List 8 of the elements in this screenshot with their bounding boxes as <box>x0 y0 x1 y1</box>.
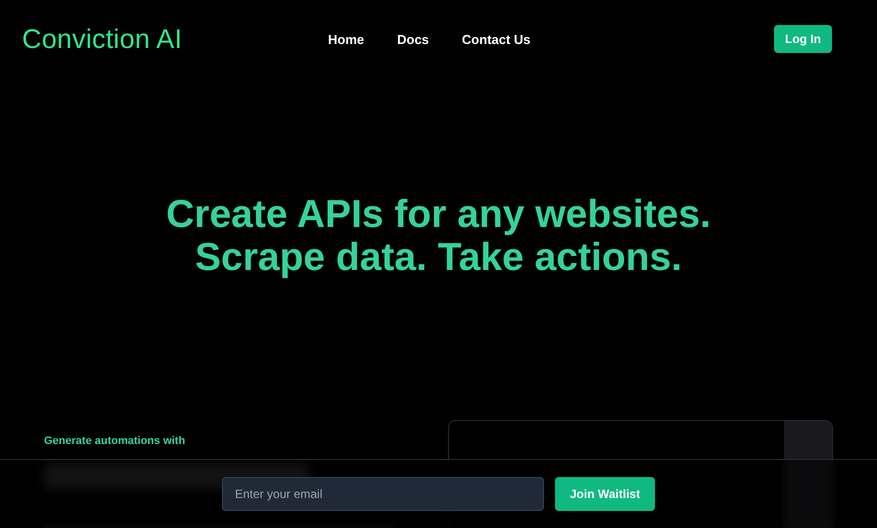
feature-eyebrow: Generate automations with <box>44 435 186 447</box>
hero-heading: Create APIs for any websites. <box>166 193 711 236</box>
nav-link[interactable]: Contact Us <box>462 32 531 46</box>
email-field[interactable]: Enter your email <box>222 477 544 511</box>
nav-link[interactable]: Home <box>328 32 364 46</box>
hero-heading: Scrape data. Take actions. <box>195 236 682 279</box>
nav-link[interactable]: Docs <box>397 32 429 46</box>
logo[interactable]: Conviction AI <box>22 24 328 54</box>
